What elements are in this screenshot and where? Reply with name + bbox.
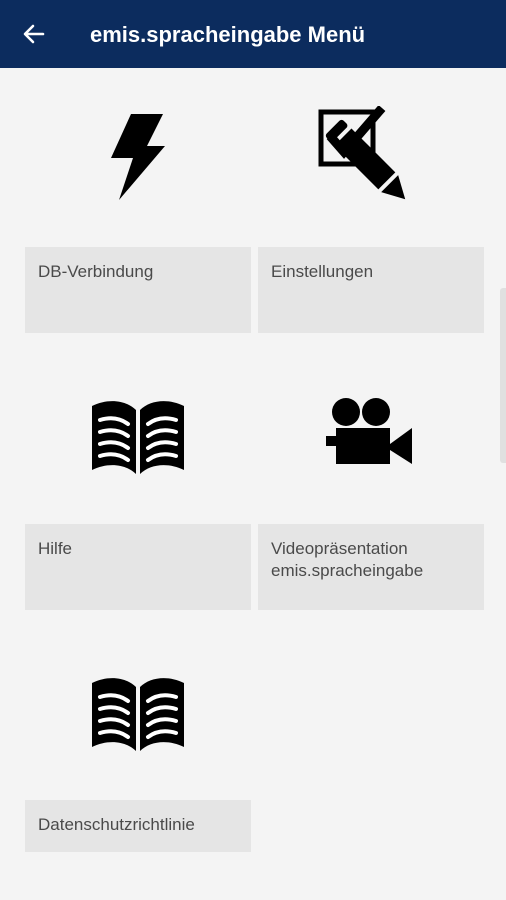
menu-item-db-verbindung[interactable]: DB-Verbindung [25,100,251,333]
app-bar: emis.spracheingabe Menü [0,0,506,68]
video-camera-icon [326,398,412,464]
menu-item-label: Hilfe [25,524,251,610]
menu-item-label: Einstellungen [258,247,484,333]
page-title: emis.spracheingabe Menü [90,22,366,47]
arrow-left-icon [23,24,45,44]
lightning-bolt-icon [111,114,165,200]
open-book-icon [92,678,184,751]
menu-item-datenschutzrichtlinie[interactable]: Datenschutzrichtlinie [25,655,251,852]
scroll-indicator [500,288,506,463]
menu-item-einstellungen[interactable]: Einstellungen [258,100,484,333]
menu-item-hilfe[interactable]: Hilfe [25,380,251,610]
menu-item-videopraesentation[interactable]: Videopräsentation emis.spracheingabe [258,380,484,610]
checkbox-pencil-icon [318,106,406,200]
menu-item-label: Datenschutzrichtlinie [25,800,251,852]
back-button[interactable] [20,20,48,48]
open-book-icon [92,401,184,474]
menu-item-label: DB-Verbindung [25,247,251,333]
menu-item-label: Videopräsentation emis.spracheingabe [258,524,484,610]
